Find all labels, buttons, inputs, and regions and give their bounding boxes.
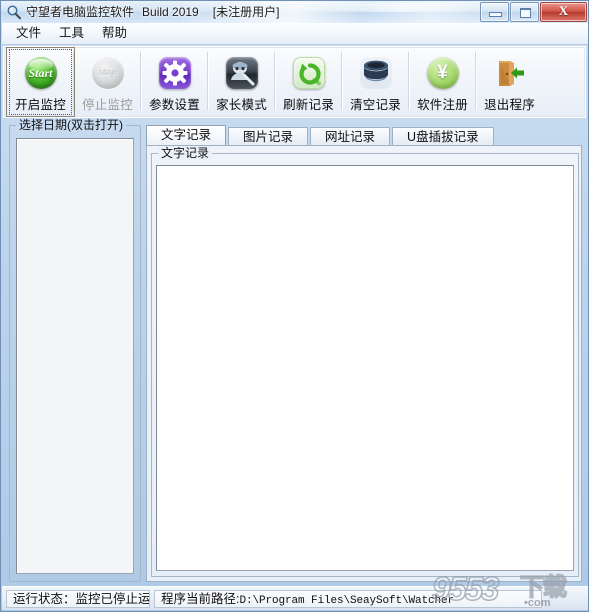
toolbar-button-stop-monitor[interactable]: stop 停止监控 (75, 49, 140, 115)
date-selection-group: 选择日期(双击打开) (9, 118, 141, 582)
minimize-icon (489, 12, 502, 17)
start-icon-text: Start (28, 66, 53, 80)
stop-icon-text: stop (98, 66, 117, 78)
tab-text-records[interactable]: 文字记录 (146, 125, 227, 146)
focus-rectangle (9, 49, 72, 115)
toolbar: Start 开启监控 stop 停止监控 参数设置 家长模式 刷新记录 清空记录… (3, 46, 586, 118)
window-title: 守望者电脑监控软件 Build 2019 [未注册用户] (26, 4, 279, 20)
menu-bar: 文件 工具 帮助 (2, 23, 588, 45)
maximize-button[interactable] (510, 2, 539, 22)
text-records-group-title: 文字记录 (158, 146, 213, 160)
yen-symbol: ¥ (437, 62, 448, 83)
window-title-main: 守望者电脑监控软件 (26, 5, 135, 19)
toolbar-label-exit: 退出程序 (484, 98, 535, 112)
start-green-button-icon: Start (24, 57, 57, 89)
tab-image-records[interactable]: 图片记录 (228, 127, 309, 146)
status-program-path: 程序当前路径:D:\Program Files\SeaySoft\Watcher (154, 590, 542, 608)
status-path-label: 程序当前路径: (161, 592, 240, 606)
menu-item-help[interactable]: 帮助 (94, 23, 135, 45)
yen-coin-register-icon: ¥ (426, 57, 459, 89)
status-run-state: 运行状态：监控已停止运行 (6, 590, 150, 608)
titlebar-glass-highlight-2 (301, 3, 501, 12)
toolbar-button-exit[interactable]: 退出程序 (477, 49, 542, 115)
gear-settings-icon (158, 57, 191, 89)
trash-bin-icon (359, 57, 392, 89)
window-title-registration: [未注册用户] (212, 5, 280, 19)
tab-url-records[interactable]: 网址记录 (310, 127, 391, 146)
toolbar-label-register: 软件注册 (417, 98, 468, 112)
menu-item-file[interactable]: 文件 (8, 23, 49, 45)
minimize-button[interactable] (480, 2, 509, 22)
toolbar-button-parent-mode[interactable]: 家长模式 (209, 49, 274, 115)
app-magnifier-icon (6, 4, 22, 20)
toolbar-label-stop-monitor: 停止监控 (82, 98, 133, 112)
toolbar-button-settings[interactable]: 参数设置 (142, 49, 207, 115)
date-selection-group-title: 选择日期(双击打开) (16, 118, 126, 132)
maximize-icon (520, 8, 531, 18)
window-controls: X (480, 2, 588, 22)
date-list-box[interactable] (16, 138, 134, 574)
window-title-build: Build 2019 (142, 5, 199, 19)
close-icon: X (558, 3, 569, 18)
status-path-value: D:\Program Files\SeaySoft\Watcher (239, 595, 455, 607)
close-button[interactable]: X (540, 2, 587, 22)
toolbar-button-refresh-records[interactable]: 刷新记录 (276, 49, 341, 115)
records-tab-host: 文字记录 图片记录 网址记录 U盘插拔记录 文字记录 (146, 125, 582, 582)
refresh-circular-arrows-icon (292, 57, 325, 89)
toolbar-button-clear-records[interactable]: 清空记录 (343, 49, 408, 115)
toolbar-label-refresh-records: 刷新记录 (283, 98, 334, 112)
toolbar-label-start-monitor: 开启监控 (15, 98, 66, 112)
parent-mode-icon (225, 57, 258, 89)
toolbar-button-register[interactable]: ¥ 软件注册 (410, 49, 475, 115)
tab-usb-records[interactable]: U盘插拔记录 (392, 127, 494, 146)
text-records-textarea[interactable] (156, 165, 574, 571)
exit-door-arrow-icon (494, 57, 526, 89)
tab-page-text-records: 文字记录 (146, 145, 582, 582)
text-records-group: 文字记录 (151, 146, 579, 577)
toolbar-label-settings: 参数设置 (149, 98, 200, 112)
toolbar-label-parent-mode: 家长模式 (216, 98, 267, 112)
title-bar[interactable]: 守望者电脑监控软件 Build 2019 [未注册用户] X (1, 1, 588, 23)
menu-item-tools[interactable]: 工具 (51, 23, 92, 45)
status-bar: 运行状态：监控已停止运行 程序当前路径:D:\Program Files\Sea… (2, 586, 588, 610)
stop-grey-button-icon: stop (91, 57, 124, 89)
tab-strip: 文字记录 图片记录 网址记录 U盘插拔记录 (146, 125, 582, 146)
application-window: 守望者电脑监控软件 Build 2019 [未注册用户] X 文件 工具 帮助 (0, 0, 589, 612)
toolbar-label-clear-records: 清空记录 (350, 98, 401, 112)
toolbar-button-start-monitor[interactable]: Start 开启监控 (6, 47, 75, 117)
